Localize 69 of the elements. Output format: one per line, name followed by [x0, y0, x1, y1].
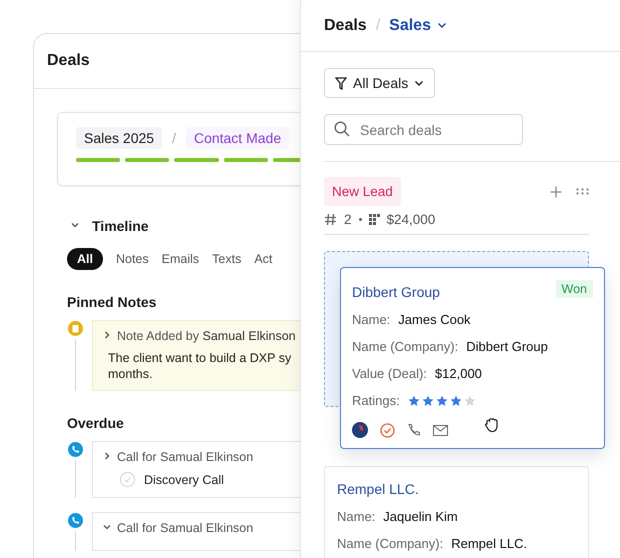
breadcrumb-separator: / [376, 16, 380, 34]
search-field[interactable]: Search deals [324, 114, 523, 145]
star-icon[interactable] [436, 394, 448, 406]
progress-segment [76, 158, 120, 162]
status-tag: Won [556, 280, 593, 298]
progress-segment [224, 158, 268, 162]
star-icon[interactable] [408, 394, 420, 406]
window-title: Deals [47, 52, 90, 70]
section-title: Timeline [92, 218, 149, 234]
activity-heading: Call for Samual Elkinson [117, 450, 254, 464]
add-icon[interactable] [550, 186, 562, 198]
check-circle-icon[interactable] [380, 422, 395, 438]
deal-card[interactable]: Rempel LLC. Name: Jaquelin Kim Name (Company): Rempel LLC. [324, 466, 589, 558]
filter-tab[interactable]: Texts [212, 248, 242, 270]
field-label: Name (Company): [337, 536, 444, 551]
chevron-icon[interactable] [102, 330, 112, 340]
task-name: Discovery Call [144, 472, 224, 487]
filter-tab[interactable]: Act [254, 248, 272, 270]
field-value: Rempel LLC. [451, 536, 528, 551]
star-icon[interactable] [464, 394, 476, 406]
field-value: Dibbert Group [466, 339, 548, 354]
search-icon [334, 121, 350, 137]
breadcrumb-separator: / [172, 130, 176, 146]
field-value: Jaquelin Kim [383, 509, 458, 524]
phone-icon [68, 513, 82, 528]
deal-title[interactable]: Rempel LLC. [337, 481, 419, 497]
pipeline-dropdown[interactable]: Sales [389, 16, 447, 34]
more-icon[interactable] [576, 188, 589, 195]
filter-icon [335, 76, 347, 90]
section-title: Pinned Notes [67, 294, 158, 310]
field-label: Name: [337, 509, 376, 524]
note-icon [68, 321, 82, 336]
progress-segment [174, 158, 219, 162]
column-total: $24,000 [386, 212, 436, 227]
field-label: Name: [352, 312, 390, 327]
stage-tag: New Lead [324, 177, 401, 206]
progress-segment [125, 158, 170, 162]
section-title: Overdue [67, 415, 125, 432]
task-checkbox[interactable] [120, 472, 135, 488]
chevron-down-icon [414, 80, 424, 86]
deal-card[interactable]: Dibbert Group Won Name: James Cook Name (Company): Dibbert Group Value (Deal): $12,000 Ratings: [340, 267, 605, 449]
field-label: Value (Deal): [352, 366, 427, 381]
field-label: Name (Company): [352, 339, 458, 354]
deal-title[interactable]: Dibbert Group [352, 284, 440, 300]
chevron-down-icon [436, 22, 447, 29]
chevron-icon[interactable] [102, 451, 112, 462]
activity-heading: Call for Samual Elkinson [117, 521, 254, 536]
breadcrumb-link[interactable]: Deals [324, 16, 367, 34]
phone-icon [68, 442, 82, 458]
pipeline-name[interactable]: Sales 2025 [76, 127, 162, 149]
filter-tab[interactable]: Emails [162, 248, 200, 270]
field-label: Ratings: [352, 393, 400, 408]
phone-icon[interactable] [407, 423, 421, 437]
value-icon [368, 214, 380, 226]
star-icon[interactable] [450, 394, 462, 406]
note-text: The client want to build a DXP sy months. [108, 351, 292, 382]
star-icon[interactable] [422, 394, 434, 406]
chevron-icon[interactable] [70, 220, 80, 230]
mail-icon[interactable] [433, 424, 448, 436]
field-value: $12,000 [434, 366, 482, 381]
hash-icon [324, 213, 337, 226]
stage-name[interactable]: Contact Made [186, 127, 290, 149]
filter-tab[interactable]: Notes [116, 248, 149, 270]
note-heading: Note Added by Samual Elkinson [117, 329, 296, 343]
avatar[interactable] [352, 422, 368, 438]
field-value: James Cook [398, 312, 471, 327]
filter-dropdown[interactable]: All Deals [324, 68, 436, 98]
deal-count: 2 [344, 212, 352, 227]
filter-tab[interactable]: All [67, 248, 103, 270]
